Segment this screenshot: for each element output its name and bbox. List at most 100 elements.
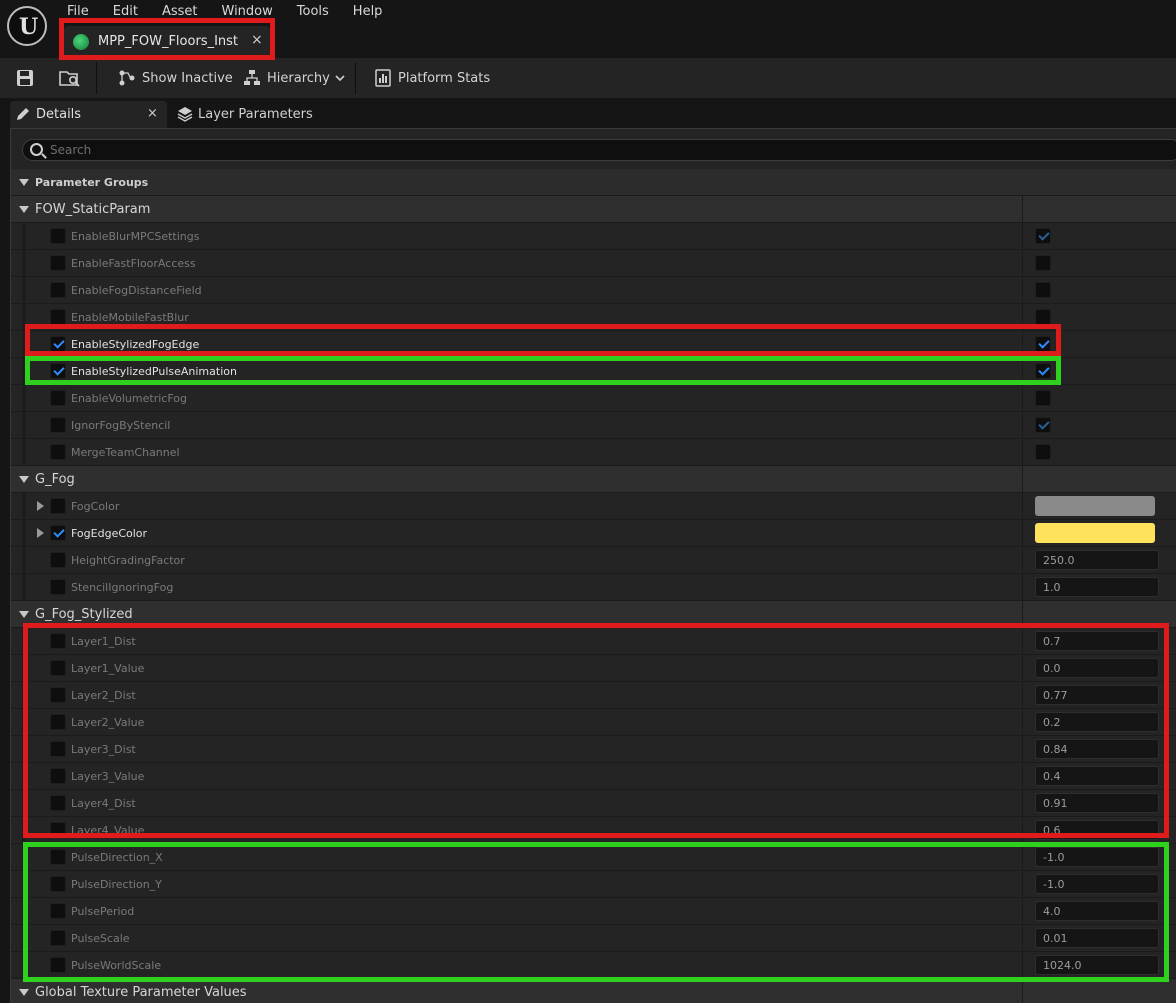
expand-arrow-icon[interactable] [37,528,44,538]
details-panel: Parameter Groups FOW_StaticParam G_Fog G… [10,128,1176,1003]
search-box[interactable] [22,139,1176,161]
override-checkbox[interactable] [50,660,66,676]
unreal-logo-icon[interactable]: U [7,6,47,46]
indent-guide [22,547,26,574]
numeric-value-field[interactable]: -1.0 [1035,847,1159,867]
value-checkbox[interactable] [1035,390,1051,406]
numeric-value-field[interactable]: 0.84 [1035,739,1159,759]
group-header-g-fog-stylized[interactable]: G_Fog_Stylized [11,601,1176,628]
collapse-arrow-icon[interactable] [19,206,29,213]
hierarchy-dropdown[interactable]: Hierarchy [243,66,346,90]
group-header-g-fog[interactable]: G_Fog [11,466,1176,493]
numeric-value-field[interactable]: 4.0 [1035,901,1159,921]
indent-guide [22,250,26,277]
value-checkbox[interactable] [1035,417,1051,433]
override-checkbox[interactable] [50,552,66,568]
collapse-arrow-icon[interactable] [19,179,29,186]
override-checkbox[interactable] [50,849,66,865]
override-checkbox[interactable] [50,390,66,406]
indent-guide [22,709,26,736]
expand-arrow-icon[interactable] [37,501,44,511]
tab-details[interactable]: Details × [10,101,167,128]
menu-asset[interactable]: Asset [162,4,198,20]
override-checkbox[interactable] [50,714,66,730]
collapse-arrow-icon[interactable] [19,476,29,483]
menu-tools[interactable]: Tools [297,4,329,20]
numeric-value-field[interactable]: 0.7 [1035,631,1159,651]
numeric-value-field[interactable]: 0.77 [1035,685,1159,705]
override-checkbox[interactable] [50,309,66,325]
override-checkbox[interactable] [50,444,66,460]
platform-stats-button[interactable]: Platform Stats [374,66,490,90]
color-swatch[interactable] [1035,523,1155,543]
override-checkbox[interactable] [50,633,66,649]
menu-help[interactable]: Help [353,4,383,20]
numeric-value-field[interactable]: 0.4 [1035,766,1159,786]
override-checkbox[interactable] [50,957,66,973]
close-details-icon[interactable]: × [147,106,158,121]
value-checkbox[interactable] [1035,309,1051,325]
menu-file[interactable]: File [67,4,89,20]
numeric-value-field[interactable]: 0.6 [1035,820,1159,840]
parameter-label: FogColor [71,500,120,513]
value-checkbox[interactable] [1035,282,1051,298]
column-divider [1022,817,1023,844]
override-checkbox[interactable] [50,768,66,784]
override-checkbox[interactable] [50,741,66,757]
parameter-label: EnableVolumetricFog [71,392,187,405]
numeric-value-field[interactable]: 1024.0 [1035,955,1159,975]
override-checkbox[interactable] [50,363,66,379]
color-swatch[interactable] [1035,496,1155,516]
value-checkbox[interactable] [1035,228,1051,244]
numeric-value-field[interactable]: 0.2 [1035,712,1159,732]
value-checkbox[interactable] [1035,336,1051,352]
show-inactive-label: Show Inactive [142,70,233,86]
override-checkbox[interactable] [50,930,66,946]
numeric-value-field[interactable]: 1.0 [1035,577,1159,597]
numeric-value-field[interactable]: 0.91 [1035,793,1159,813]
group-title: Global Texture Parameter Values [35,985,247,1000]
group-header-global-texture[interactable]: Global Texture Parameter Values [11,979,1176,1003]
override-checkbox[interactable] [50,255,66,271]
numeric-value-field[interactable]: 0.01 [1035,928,1159,948]
indent-guide [22,331,26,358]
override-checkbox[interactable] [50,228,66,244]
value-checkbox[interactable] [1035,363,1051,379]
override-checkbox[interactable] [50,876,66,892]
parameter-row: IgnorFogByStencil [11,412,1176,439]
override-checkbox[interactable] [50,795,66,811]
override-checkbox[interactable] [50,282,66,298]
override-checkbox[interactable] [50,417,66,433]
value-checkbox[interactable] [1035,255,1051,271]
override-checkbox[interactable] [50,579,66,595]
parameter-label: PulseWorldScale [71,959,162,972]
group-header-fow-staticparam[interactable]: FOW_StaticParam [11,196,1176,223]
override-checkbox[interactable] [50,498,66,514]
column-divider [1022,196,1023,223]
override-checkbox[interactable] [50,525,66,541]
override-checkbox[interactable] [50,822,66,838]
override-checkbox[interactable] [50,687,66,703]
menu-edit[interactable]: Edit [113,4,138,20]
override-checkbox[interactable] [50,336,66,352]
hierarchy-nodes-icon [119,70,135,86]
menu-window[interactable]: Window [222,4,273,20]
collapse-arrow-icon[interactable] [19,611,29,618]
numeric-value-field[interactable]: 250.0 [1035,550,1159,570]
save-button[interactable] [16,66,40,90]
asset-tab[interactable]: MPP_FOW_Floors_Inst × [64,26,270,58]
numeric-value-field[interactable]: 0.0 [1035,658,1159,678]
search-input[interactable] [50,142,1170,158]
numeric-value-field[interactable]: -1.0 [1035,874,1159,894]
close-tab-icon[interactable]: × [251,32,263,48]
show-inactive-button[interactable]: Show Inactive [118,66,233,90]
toolbar: Show Inactive Hierarchy Platform Stats [0,58,1176,98]
parameter-groups-header[interactable]: Parameter Groups [11,169,1176,196]
panel-tabs: Details × Layer Parameters [0,98,1176,128]
browse-asset-button[interactable] [59,66,87,90]
collapse-arrow-icon[interactable] [19,989,29,996]
value-checkbox[interactable] [1035,444,1051,460]
indent-guide [22,952,26,979]
override-checkbox[interactable] [50,903,66,919]
numeric-value: 0.01 [1043,932,1068,945]
